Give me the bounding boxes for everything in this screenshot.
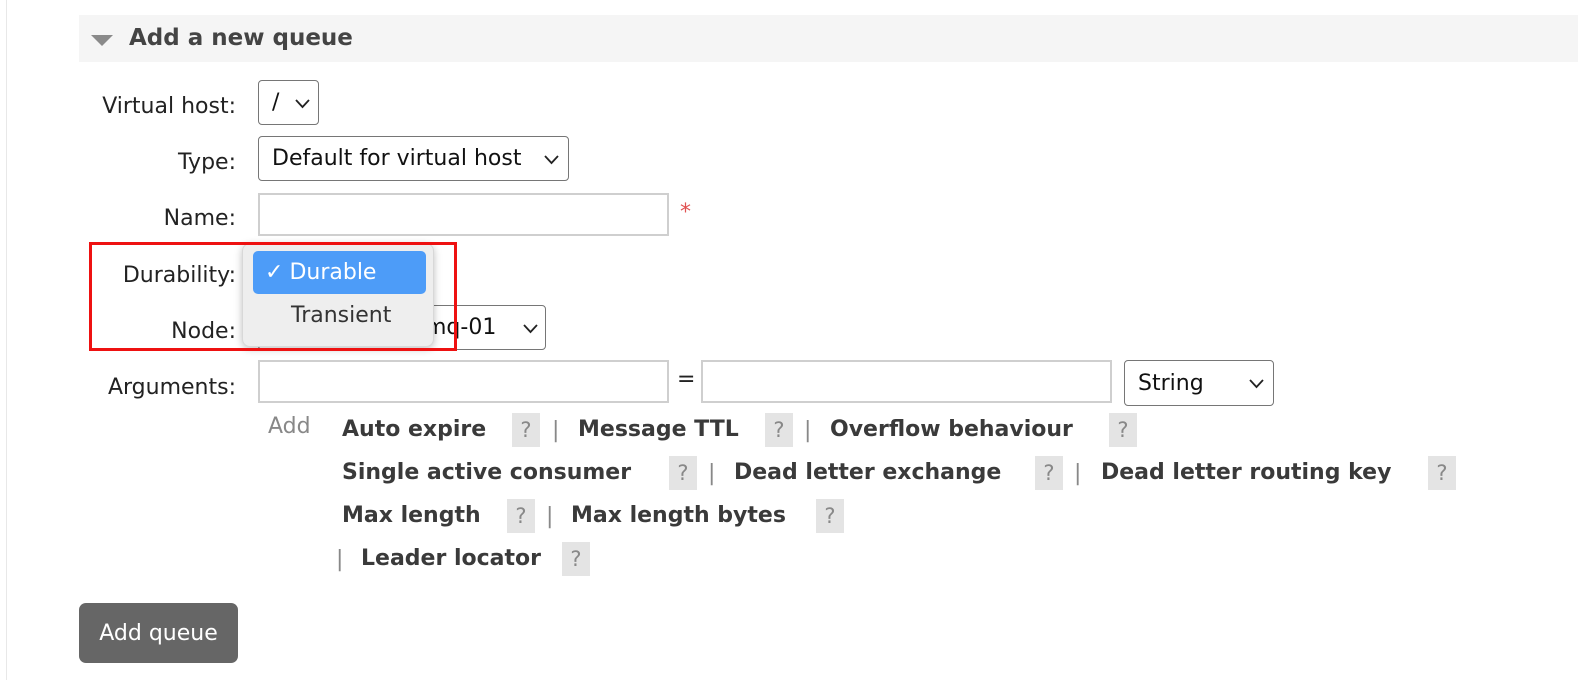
arguments-label: Arguments: — [107, 375, 236, 400]
separator: | — [804, 418, 812, 443]
arg-link-max-length[interactable]: Max length — [342, 503, 481, 528]
durability-dropdown[interactable]: ✓ Durable Transient — [242, 243, 434, 347]
page-left-border — [6, 0, 7, 680]
separator: | — [552, 418, 560, 443]
argument-key-input[interactable] — [258, 360, 669, 403]
separator: | — [336, 547, 344, 572]
arg-link-auto-expire[interactable]: Auto expire — [342, 417, 486, 442]
name-input[interactable] — [258, 193, 669, 236]
arg-link-dead-letter-exchange[interactable]: Dead letter exchange — [734, 460, 1001, 485]
chevron-down-icon — [544, 155, 559, 165]
arg-link-overflow-behaviour[interactable]: Overflow behaviour — [830, 417, 1073, 442]
durability-label: Durability: — [122, 263, 236, 288]
argument-value-input[interactable] — [701, 360, 1112, 403]
separator: | — [546, 504, 554, 529]
section-title: Add a new queue — [129, 25, 353, 51]
section-header[interactable]: Add a new queue — [79, 15, 1578, 62]
argument-type-value: String — [1138, 370, 1204, 396]
durability-option-durable[interactable]: ✓ Durable — [253, 251, 426, 294]
option-label: Durable — [289, 260, 377, 285]
chevron-down-icon — [1249, 379, 1264, 389]
help-button[interactable]: ? — [512, 413, 540, 447]
help-button[interactable]: ? — [1109, 413, 1137, 447]
name-label: Name: — [163, 206, 236, 231]
help-button[interactable]: ? — [765, 413, 793, 447]
node-value: mq-01 — [425, 315, 497, 340]
argument-type-select[interactable]: String — [1124, 360, 1274, 406]
node-label: Node: — [171, 319, 236, 344]
equals-sign: = — [677, 367, 696, 392]
required-marker: * — [680, 200, 691, 225]
durability-option-transient[interactable]: Transient — [291, 303, 391, 328]
type-value: Default for virtual host — [272, 146, 522, 171]
arg-link-message-ttl[interactable]: Message TTL — [578, 417, 739, 442]
help-button[interactable]: ? — [1428, 456, 1456, 490]
help-button[interactable]: ? — [562, 542, 590, 576]
arg-link-single-active-consumer[interactable]: Single active consumer — [342, 460, 631, 485]
separator: | — [1074, 461, 1082, 486]
collapse-triangle-icon[interactable] — [91, 35, 113, 46]
separator: | — [708, 461, 716, 486]
checkmark-icon: ✓ — [265, 260, 284, 285]
chevron-down-icon — [295, 99, 310, 109]
add-label: Add — [268, 414, 311, 439]
arg-link-leader-locator[interactable]: Leader locator — [361, 546, 541, 571]
virtual-host-value: / — [272, 90, 280, 115]
add-queue-button[interactable]: Add queue — [79, 603, 238, 663]
virtual-host-label: Virtual host: — [102, 94, 236, 119]
help-button[interactable]: ? — [816, 499, 844, 533]
arg-link-max-length-bytes[interactable]: Max length bytes — [571, 503, 786, 528]
help-button[interactable]: ? — [1035, 456, 1063, 490]
type-select[interactable]: Default for virtual host — [258, 136, 569, 181]
help-button[interactable]: ? — [669, 456, 697, 490]
arg-link-dead-letter-routing-key[interactable]: Dead letter routing key — [1101, 460, 1391, 485]
help-button[interactable]: ? — [507, 499, 535, 533]
virtual-host-select[interactable]: / — [258, 80, 319, 125]
type-label: Type: — [178, 150, 236, 175]
chevron-down-icon — [523, 324, 538, 334]
